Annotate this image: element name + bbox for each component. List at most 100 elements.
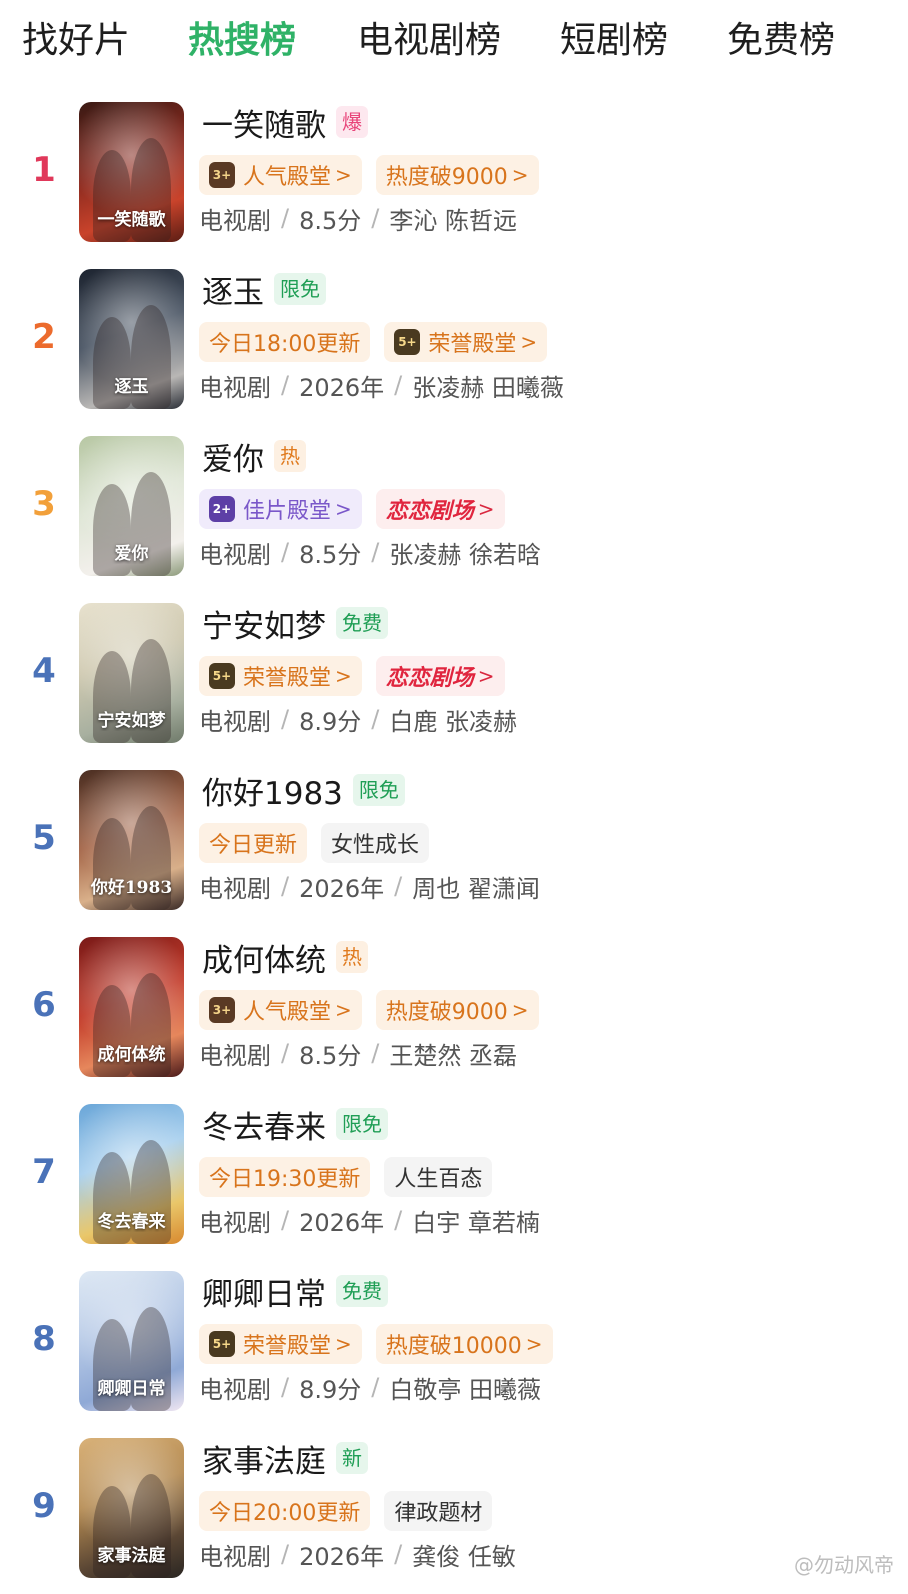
- poster-image[interactable]: 卿卿日常: [79, 1271, 184, 1411]
- badge-chip[interactable]: 热度破9000 >: [375, 990, 539, 1030]
- badge-label: 今日更新: [209, 833, 298, 858]
- meta-separator: /: [394, 1206, 403, 1234]
- meta-cast: 张凌赫 田曦薇: [412, 373, 564, 402]
- tab-short-drama[interactable]: 短剧榜: [560, 18, 668, 64]
- badge-chip[interactable]: 5+ 荣誉殿堂 >: [199, 656, 362, 696]
- poster-title-art: 家事法庭: [97, 1546, 166, 1566]
- poster-image[interactable]: 冬去春来: [79, 1104, 184, 1244]
- ranking-row[interactable]: 2 逐玉 逐玉 限免 今日18:00更新 5+ 荣誉殿堂 > 电视剧/2026年 / 张凌赫 田曦薇: [0, 265, 908, 432]
- badge-label: 恋恋剧场: [385, 498, 474, 524]
- badge-label: 人生百态: [394, 1167, 483, 1192]
- meta-info: 2026年: [299, 874, 385, 903]
- title-line: 成何体统热: [202, 935, 368, 980]
- badge-chip[interactable]: 恋恋剧场 >: [375, 489, 505, 529]
- meta-line: 电视剧 / 8.5分 / 张凌赫 徐若晗: [199, 532, 541, 572]
- medal-icon: 5+: [394, 329, 421, 355]
- show-title[interactable]: 冬去春来: [202, 1102, 326, 1147]
- watermark: @勿动风帝: [794, 1553, 894, 1577]
- chevron-right-icon: >: [335, 1332, 352, 1356]
- show-title[interactable]: 逐玉: [202, 267, 264, 312]
- badge-chip[interactable]: 恋恋剧场 >: [375, 656, 505, 696]
- badge-line: 3+ 人气殿堂 > 热度破9000 >: [199, 990, 553, 1030]
- poster-image[interactable]: 你好1983: [79, 770, 184, 910]
- rank-number: 2: [32, 317, 56, 357]
- show-title[interactable]: 宁安如梦: [202, 601, 326, 646]
- poster-title-art: 一笑随歌: [97, 210, 166, 230]
- badge-line: 3+ 人气殿堂 > 热度破9000 >: [199, 155, 553, 195]
- badge-chip[interactable]: 5+ 荣誉殿堂 >: [199, 1324, 362, 1364]
- tab-tv-series[interactable]: 电视剧榜: [357, 18, 501, 64]
- status-tag: 新: [336, 1442, 368, 1474]
- poster-title-art: 你好1983: [90, 878, 173, 898]
- badge-chip[interactable]: 2+ 佳片殿堂 >: [199, 489, 362, 529]
- badge-chip[interactable]: 5+ 荣誉殿堂 >: [384, 322, 548, 362]
- ranking-row[interactable]: 6 成何体统 成何体统热 3+ 人气殿堂 > 热度破9000 > 电视剧/8.5分 / 王楚然 丞磊: [0, 933, 908, 1100]
- show-title[interactable]: 家事法庭: [202, 1436, 326, 1481]
- meta-cast: 白鹿 张凌赫: [389, 707, 517, 736]
- meta-type: 电视剧: [199, 206, 271, 235]
- poster-title-art: 卿卿日常: [97, 1379, 166, 1399]
- meta-info: 2026年: [299, 1542, 385, 1571]
- badge-label: 女性成长: [331, 833, 420, 858]
- poster-image[interactable]: 逐玉: [79, 269, 184, 409]
- badge-line: 今日20:00更新 律政题材: [199, 1491, 506, 1531]
- badge-label: 热度破9000: [385, 165, 508, 190]
- ranking-row[interactable]: 7 冬去春来 冬去春来 限免 今日19:30更新 人生百态 电视剧/2026年 / 白宇 章若楠: [0, 1100, 908, 1267]
- ranking-row[interactable]: 8 卿卿日常 卿卿日常 免费 5+ 荣誉殿堂 > 热度破10000 > 电视剧/8.9分 / 白敬亭 …: [0, 1267, 908, 1434]
- meta-type: 电视剧: [199, 1041, 271, 1070]
- badge-label: 荣誉殿堂: [243, 666, 332, 691]
- show-title[interactable]: 你好1983: [202, 768, 343, 813]
- chevron-right-icon: >: [511, 998, 529, 1022]
- badge-chip: 今日18:00更新: [199, 322, 371, 362]
- poster-image[interactable]: 宁安如梦: [79, 603, 184, 743]
- show-title[interactable]: 卿卿日常: [202, 1269, 326, 1314]
- show-title[interactable]: 一笑随歌: [202, 100, 326, 145]
- tab-good-picks[interactable]: 找好片: [22, 18, 130, 64]
- title-line: 爱你热: [202, 434, 306, 479]
- meta-info: 8.5分: [299, 1041, 362, 1070]
- badge-chip: 今日更新: [199, 823, 308, 863]
- badge-chip[interactable]: 3+ 人气殿堂 >: [199, 990, 362, 1030]
- tab-free[interactable]: 免费榜: [727, 18, 835, 64]
- ranking-row[interactable]: 9 家事法庭 家事法庭新今日20:00更新 律政题材 电视剧/2026年 / 龚俊 任敏: [0, 1434, 908, 1594]
- badge-line: 今日更新 女性成长: [199, 823, 443, 863]
- badge-chip[interactable]: 3+ 人气殿堂 >: [199, 155, 362, 195]
- meta-type: 电视剧: [199, 1542, 271, 1571]
- status-tag: 热: [274, 440, 306, 472]
- badge-line: 今日18:00更新 5+ 荣誉殿堂 >: [199, 322, 561, 362]
- show-title[interactable]: 爱你: [202, 434, 264, 479]
- chevron-right-icon: >: [525, 1332, 543, 1356]
- badge-chip[interactable]: 热度破9000 >: [375, 155, 539, 195]
- badge-line: 2+ 佳片殿堂 > 恋恋剧场 >: [199, 489, 519, 529]
- title-line: 你好1983 限免: [202, 768, 405, 813]
- status-tag: 限免: [352, 774, 405, 806]
- medal-icon: 5+: [209, 1331, 235, 1357]
- rank-number: 9: [32, 1486, 56, 1526]
- poster-image[interactable]: 成何体统: [79, 937, 184, 1077]
- badge-chip[interactable]: 热度破10000 >: [375, 1324, 553, 1364]
- poster-image[interactable]: 爱你: [79, 436, 184, 576]
- rank-number: 6: [32, 985, 56, 1025]
- meta-separator: /: [371, 705, 380, 733]
- badge-line: 今日19:30更新 人生百态: [199, 1157, 506, 1197]
- meta-separator: /: [281, 1039, 290, 1067]
- meta-type: 电视剧: [199, 373, 271, 402]
- poster-image[interactable]: 家事法庭: [79, 1438, 184, 1578]
- show-title[interactable]: 成何体统: [202, 935, 326, 980]
- meta-info: 2026年: [299, 373, 385, 402]
- poster-image[interactable]: 一笑随歌: [79, 102, 184, 242]
- ranking-row[interactable]: 5 你好1983 你好1983 限免 今日更新 女性成长 电视剧 / 2026年 / 周也 翟潇闻: [0, 766, 908, 933]
- rank-number: 5: [32, 818, 56, 858]
- ranking-row[interactable]: 4 宁安如梦 宁安如梦 免费 5+ 荣誉殿堂 > 恋恋剧场 > 电视剧/8.9分 / 白鹿 张凌赫: [0, 599, 908, 766]
- meta-separator: /: [281, 1540, 290, 1568]
- title-line: 家事法庭新: [202, 1436, 368, 1481]
- rank-number: 4: [32, 651, 56, 691]
- meta-type: 电视剧: [199, 707, 271, 736]
- ranking-row[interactable]: 1 一笑随歌 一笑随歌爆 3+ 人气殿堂 > 热度破9000 > 电视剧/8.5分 / 李沁 陈哲远: [0, 98, 908, 265]
- ranking-row[interactable]: 3 爱你 爱你热 2+ 佳片殿堂 > 恋恋剧场 > 电视剧/8.5分 / 张凌赫 徐若晗: [0, 432, 908, 599]
- meta-cast: 王楚然 丞磊: [389, 1041, 517, 1070]
- badge-label: 人气殿堂: [243, 165, 332, 190]
- meta-separator: /: [281, 1206, 290, 1234]
- tab-hot-search[interactable]: 热搜榜: [188, 18, 296, 64]
- meta-info: 8.5分: [299, 206, 362, 235]
